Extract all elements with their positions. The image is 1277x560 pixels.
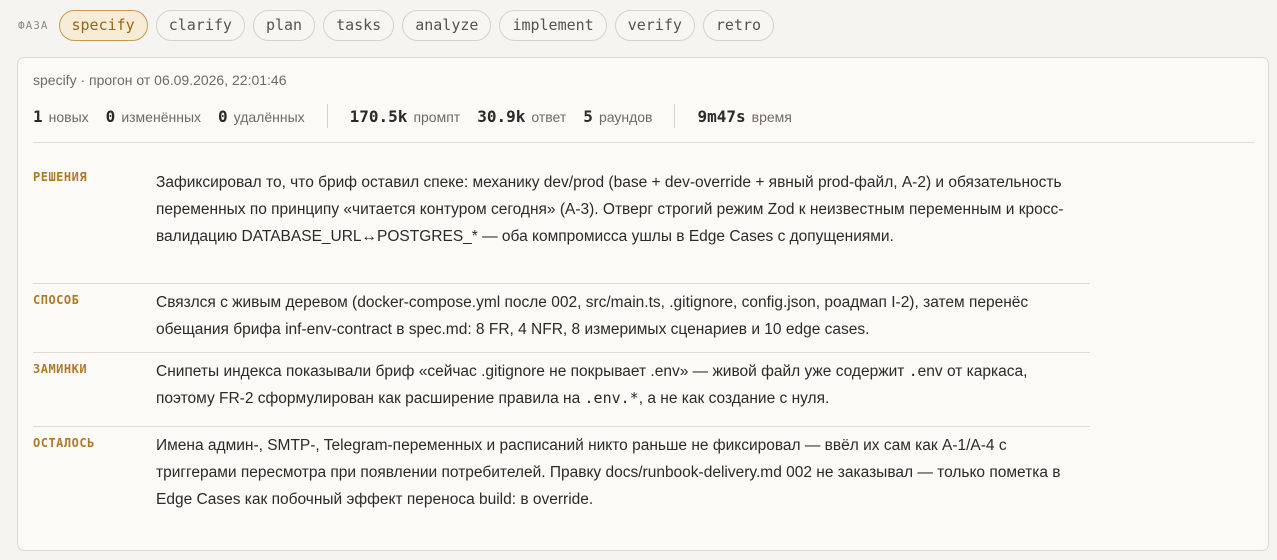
phase-tab-analyze[interactable]: analyze — [402, 9, 492, 41]
section-label: РЕШЕНИЯ — [33, 170, 88, 184]
stat-unit: ответ — [531, 108, 567, 125]
stat-response: 30.9k ответ — [477, 107, 566, 126]
stat-rounds: 5 раундов — [583, 107, 652, 126]
section-label: ЗАМИНКИ — [33, 362, 88, 376]
section-decisions: РЕШЕНИЯ Зафиксировал то, что бриф остави… — [33, 164, 1090, 284]
stat-unit: раундов — [598, 108, 653, 125]
stat-time: 9m47s время — [697, 107, 791, 126]
inline-code: . — [908, 362, 918, 380]
phase-bar: ФАЗА specify clarify plan tasks analyze … — [18, 8, 775, 42]
stat-changed: 0 изменённых — [106, 107, 201, 126]
stat-value: 30.9k — [477, 106, 526, 126]
phase-label: ФАЗА — [18, 18, 49, 32]
phase-tab-verify[interactable]: verify — [614, 9, 695, 41]
section-text: Снипеты индекса показывали бриф «сейчас … — [156, 353, 1090, 426]
stat-unit: изменённых — [121, 108, 202, 125]
stat-value: 1 — [33, 106, 43, 126]
section-text: Связлся с живым деревом (docker-compose.… — [156, 294, 1029, 338]
text-fragment: Снипеты индекса показывали бриф «сейчас … — [156, 363, 909, 380]
text-fragment: , а не как создание с нуля. — [638, 390, 830, 407]
section-hitches: ЗАМИНКИ Снипеты индекса показывали бриф … — [33, 353, 1090, 427]
stat-unit: промпт — [413, 108, 461, 125]
divider — [33, 142, 1254, 143]
inline-code: .env.* — [584, 389, 639, 407]
section-method: СПОСОБ Связлся с живым деревом (docker-c… — [33, 284, 1090, 353]
section-text: Зафиксировал то, что бриф оставил спеке:… — [156, 174, 1064, 245]
phase-tab-retro[interactable]: retro — [702, 9, 775, 41]
section-label: СПОСОБ — [33, 293, 80, 307]
run-stats: 1 новых 0 изменённых 0 удалённых 170.5k … — [33, 104, 809, 128]
section-text: Имена админ-, SMTP-, Telegram-переменных… — [156, 437, 1061, 508]
stat-unit: удалённых — [233, 108, 305, 125]
stat-value: 9m47s — [697, 106, 746, 126]
run-card: specify · прогон от 06.09.2026, 22:01:46… — [17, 57, 1269, 551]
stat-value: 170.5k — [349, 106, 408, 126]
stat-deleted: 0 удалённых — [218, 107, 305, 126]
stat-value: 0 — [105, 106, 116, 126]
phase-tab-implement[interactable]: implement — [499, 9, 607, 41]
stat-separator — [326, 104, 328, 128]
phase-tab-clarify[interactable]: clarify — [155, 9, 245, 41]
stat-value: 0 — [218, 106, 228, 126]
stat-separator — [674, 104, 676, 128]
run-subtitle: specify · прогон от 06.09.2026, 22:01:46 — [33, 72, 287, 88]
phase-tab-tasks[interactable]: tasks — [323, 9, 395, 41]
section-label: ОСТАЛОСЬ — [33, 436, 95, 450]
stat-unit: время — [751, 108, 792, 125]
stat-prompt: 170.5k промпт — [350, 107, 461, 126]
stat-value: 5 — [583, 106, 593, 126]
phase-tab-specify[interactable]: specify — [58, 9, 148, 41]
section-remaining: ОСТАЛОСЬ Имена админ-, SMTP-, Telegram-п… — [33, 427, 1090, 527]
stat-unit: новых — [48, 108, 89, 125]
stat-new: 1 новых — [33, 107, 89, 126]
phase-tab-plan[interactable]: plan — [252, 9, 316, 41]
